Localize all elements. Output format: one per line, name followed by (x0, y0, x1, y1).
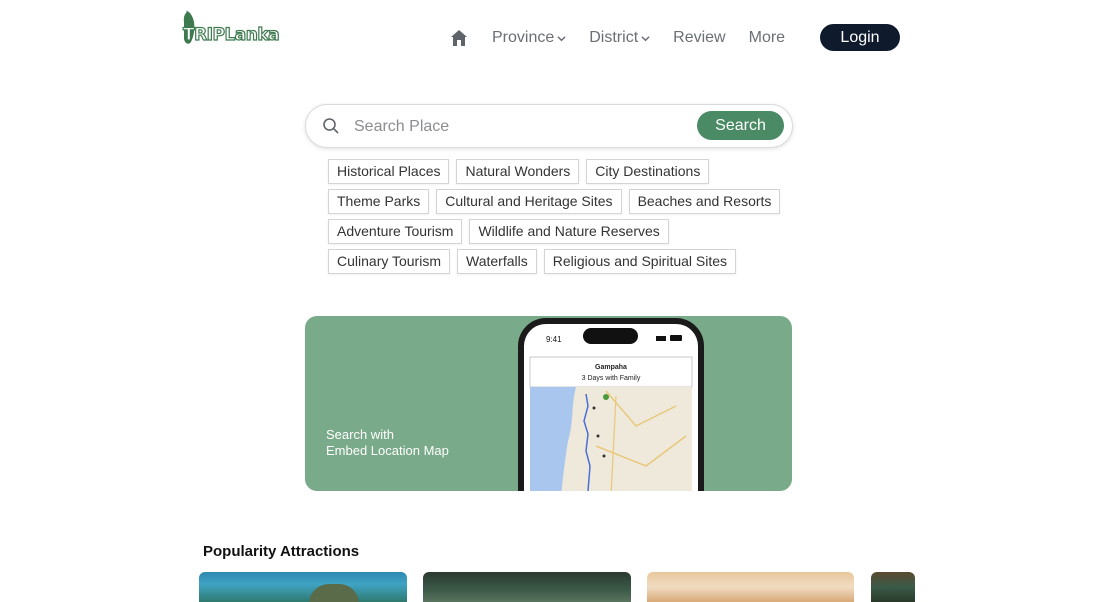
phone-time: 9:41 (546, 335, 562, 344)
category-chip[interactable]: Theme Parks (328, 189, 430, 214)
phone-title: Gampaha (595, 364, 627, 371)
login-button[interactable]: Login (820, 24, 900, 51)
category-chip[interactable]: Adventure Tourism (328, 219, 463, 244)
category-chip[interactable]: Waterfalls (457, 249, 537, 274)
logo-text[interactable]: TRIPLanka (182, 24, 280, 45)
category-row: Theme Parks Cultural and Heritage Sites … (328, 189, 787, 214)
banner-line-2: Embed Location Map (326, 443, 449, 458)
attraction-card[interactable] (871, 572, 915, 602)
nav-more[interactable]: More (749, 29, 785, 47)
category-chip[interactable]: City Destinations (586, 159, 710, 184)
category-chip[interactable]: Religious and Spiritual Sites (543, 249, 737, 274)
main-nav: Province District Review More (450, 24, 808, 52)
nav-province-label: Province (492, 29, 555, 46)
category-chip[interactable]: Beaches and Resorts (628, 189, 781, 214)
category-chip[interactable]: Cultural and Heritage Sites (436, 189, 622, 214)
attraction-card[interactable] (647, 572, 854, 602)
category-row: Historical Places Natural Wonders City D… (328, 159, 716, 184)
chevron-down-icon (641, 35, 650, 41)
phone-subtitle: 3 Days with Family (582, 375, 641, 382)
banner-line-1: Search with (326, 427, 394, 442)
chevron-down-icon (557, 35, 566, 41)
category-chip[interactable]: Historical Places (328, 159, 450, 184)
search-bar: Search (305, 104, 793, 148)
category-row: Adventure Tourism Wildlife and Nature Re… (328, 219, 676, 244)
category-row: Culinary Tourism Waterfalls Religious an… (328, 249, 743, 274)
banner-text: Search with Embed Location Map (326, 427, 449, 459)
phone-mockup: 9:41 Gampaha 3 Days with Family (518, 318, 704, 491)
section-title: Popularity Attractions (203, 543, 360, 560)
search-input[interactable] (352, 113, 686, 141)
search-button[interactable]: Search (697, 111, 784, 140)
home-icon[interactable] (450, 29, 468, 47)
nav-district[interactable]: District (589, 29, 650, 47)
attraction-card[interactable] (423, 572, 631, 602)
map-banner[interactable]: Search with Embed Location Map 9:41 Gamp… (305, 316, 792, 491)
search-icon (323, 118, 339, 134)
nav-review[interactable]: Review (673, 29, 725, 47)
category-chip[interactable]: Culinary Tourism (328, 249, 450, 274)
attraction-card[interactable] (199, 572, 407, 602)
nav-district-label: District (589, 29, 639, 46)
category-chip[interactable]: Natural Wonders (456, 159, 580, 184)
nav-province[interactable]: Province (492, 29, 566, 47)
category-chip[interactable]: Wildlife and Nature Reserves (469, 219, 669, 244)
